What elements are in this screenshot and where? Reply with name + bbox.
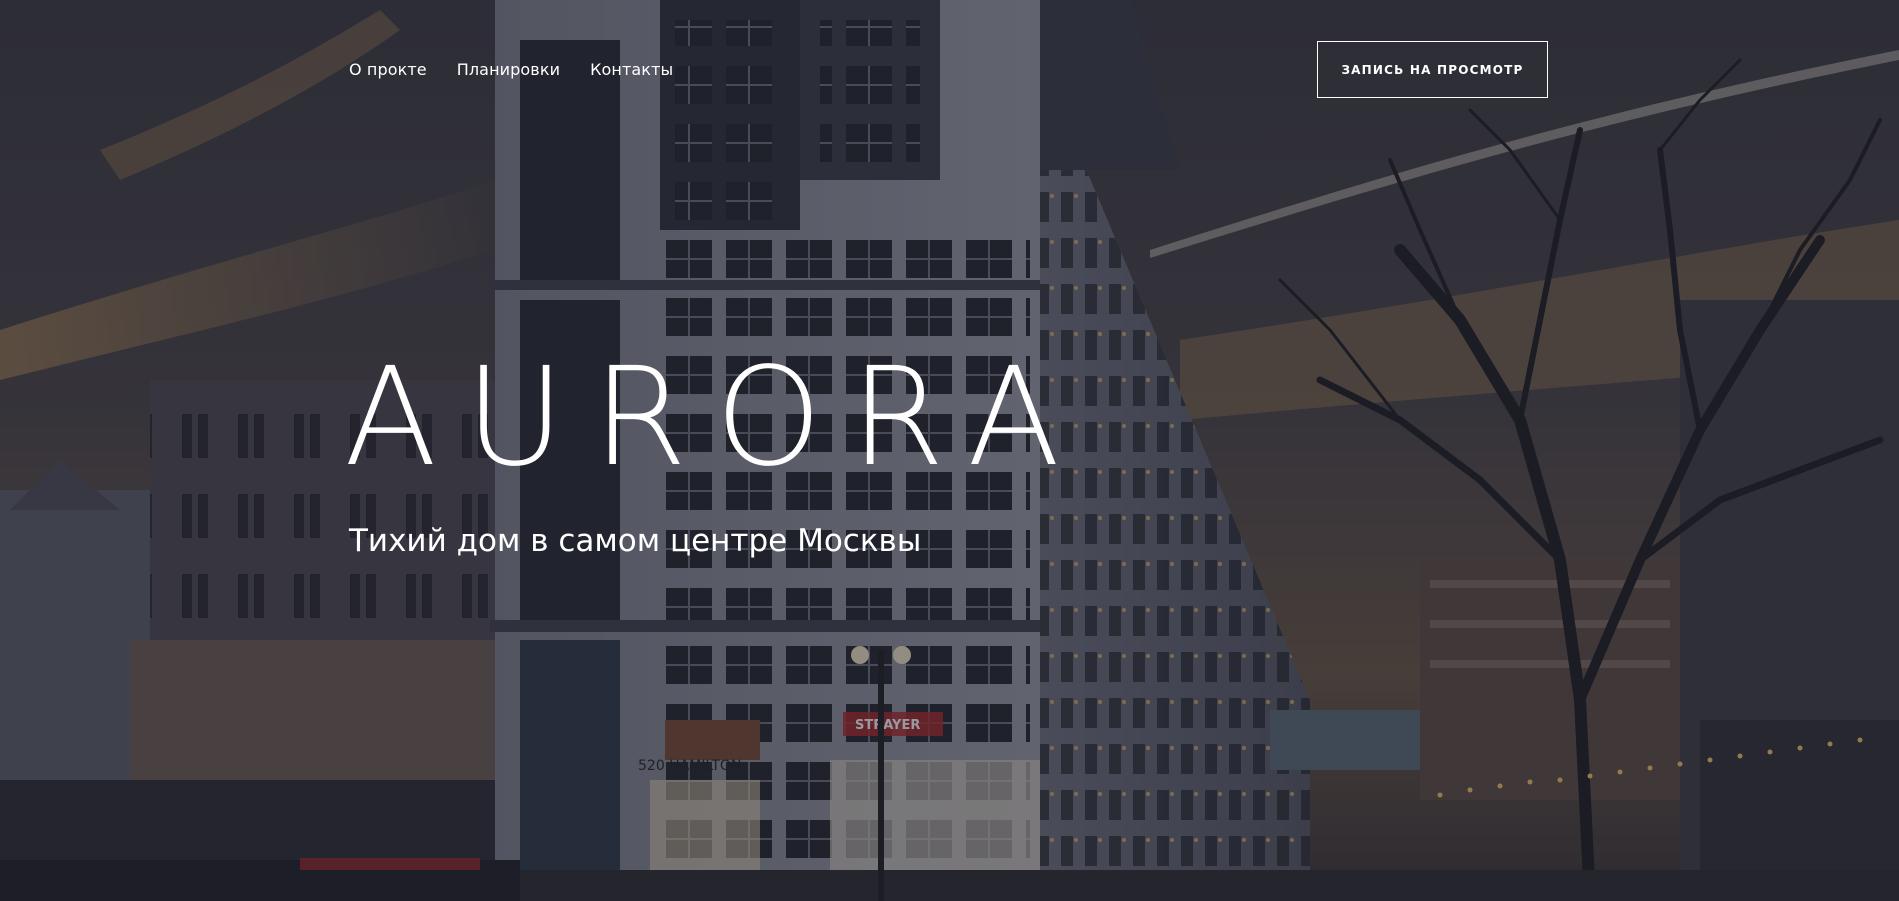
hero-section: 520 HAMILTON STRAYER О прокте Планировки… bbox=[0, 0, 1899, 901]
book-viewing-button[interactable]: ЗАПИСЬ НА ПРОСМОТР bbox=[1317, 41, 1548, 98]
nav-link-about[interactable]: О прокте bbox=[349, 60, 427, 79]
main-nav: О прокте Планировки Контакты bbox=[349, 60, 673, 79]
nav-link-layouts[interactable]: Планировки bbox=[457, 60, 560, 79]
hero-subtitle: Тихий дом в самом центре Москвы bbox=[349, 523, 922, 559]
hero-title: AURORA bbox=[344, 339, 1089, 497]
nav-link-contacts[interactable]: Контакты bbox=[590, 60, 673, 79]
